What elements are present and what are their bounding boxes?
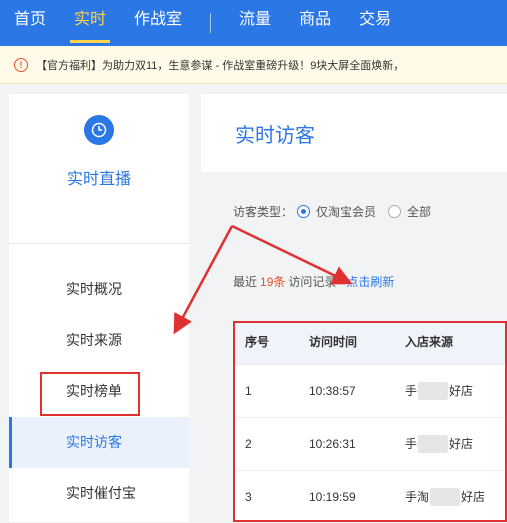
nav-products[interactable]: 商品 bbox=[285, 0, 345, 46]
sidebar-title: 实时直播 bbox=[66, 171, 131, 188]
page-title: 实时访客 bbox=[235, 125, 315, 147]
filter-label: 访客类型： bbox=[233, 205, 294, 219]
radio-label-taobao-members[interactable]: 仅淘宝会员 bbox=[316, 203, 376, 220]
records-prefix: 最近 bbox=[233, 275, 258, 289]
annotation-box-table bbox=[233, 321, 507, 522]
radio-label-all[interactable]: 全部 bbox=[407, 203, 431, 220]
nav-traffic[interactable]: 流量 bbox=[225, 0, 285, 46]
sidebar-header: 实时直播 bbox=[9, 115, 189, 244]
annotation-box-sidebar bbox=[40, 372, 140, 416]
sidebar-item-overview[interactable]: 实时概况 bbox=[9, 264, 189, 315]
nav-trade[interactable]: 交易 bbox=[345, 0, 405, 46]
warning-icon: ! bbox=[14, 57, 28, 72]
sidebar: 实时直播 实时概况 实时来源 实时榜单 实时访客 实时催付宝 bbox=[9, 94, 189, 522]
notice-text[interactable]: 【官方福利】为助力双11，生意参谋 - 作战室重磅升级！9块大屏全面焕新， bbox=[36, 57, 404, 73]
main-header: 实时访客 bbox=[201, 94, 507, 172]
sidebar-item-sources[interactable]: 实时来源 bbox=[9, 315, 189, 366]
notice-bar: ! 【官方福利】为助力双11，生意参谋 - 作战室重磅升级！9块大屏全面焕新， bbox=[0, 46, 507, 84]
radio-taobao-members[interactable] bbox=[297, 205, 311, 218]
radio-all[interactable] bbox=[388, 205, 402, 218]
nav-war-room[interactable]: 作战室 bbox=[120, 0, 196, 46]
nav-divider bbox=[210, 13, 212, 33]
visitor-type-filter: 访客类型： 仅淘宝会员 全部 bbox=[233, 203, 431, 220]
records-count: 19条 bbox=[260, 275, 286, 289]
nav-home[interactable]: 首页 bbox=[0, 0, 60, 46]
records-suffix: 访问记录 bbox=[288, 275, 337, 289]
records-summary: 最近 19条 访问记录 点击刷新 bbox=[233, 273, 394, 290]
top-nav: 首页 实时 作战室 流量 商品 交易 bbox=[0, 0, 507, 46]
sidebar-item-visitors[interactable]: 实时访客 bbox=[9, 417, 189, 468]
refresh-link[interactable]: 点击刷新 bbox=[346, 273, 394, 290]
clock-icon bbox=[84, 115, 114, 145]
sidebar-item-payment-reminder[interactable]: 实时催付宝 bbox=[9, 468, 189, 519]
nav-realtime[interactable]: 实时 bbox=[60, 0, 120, 46]
